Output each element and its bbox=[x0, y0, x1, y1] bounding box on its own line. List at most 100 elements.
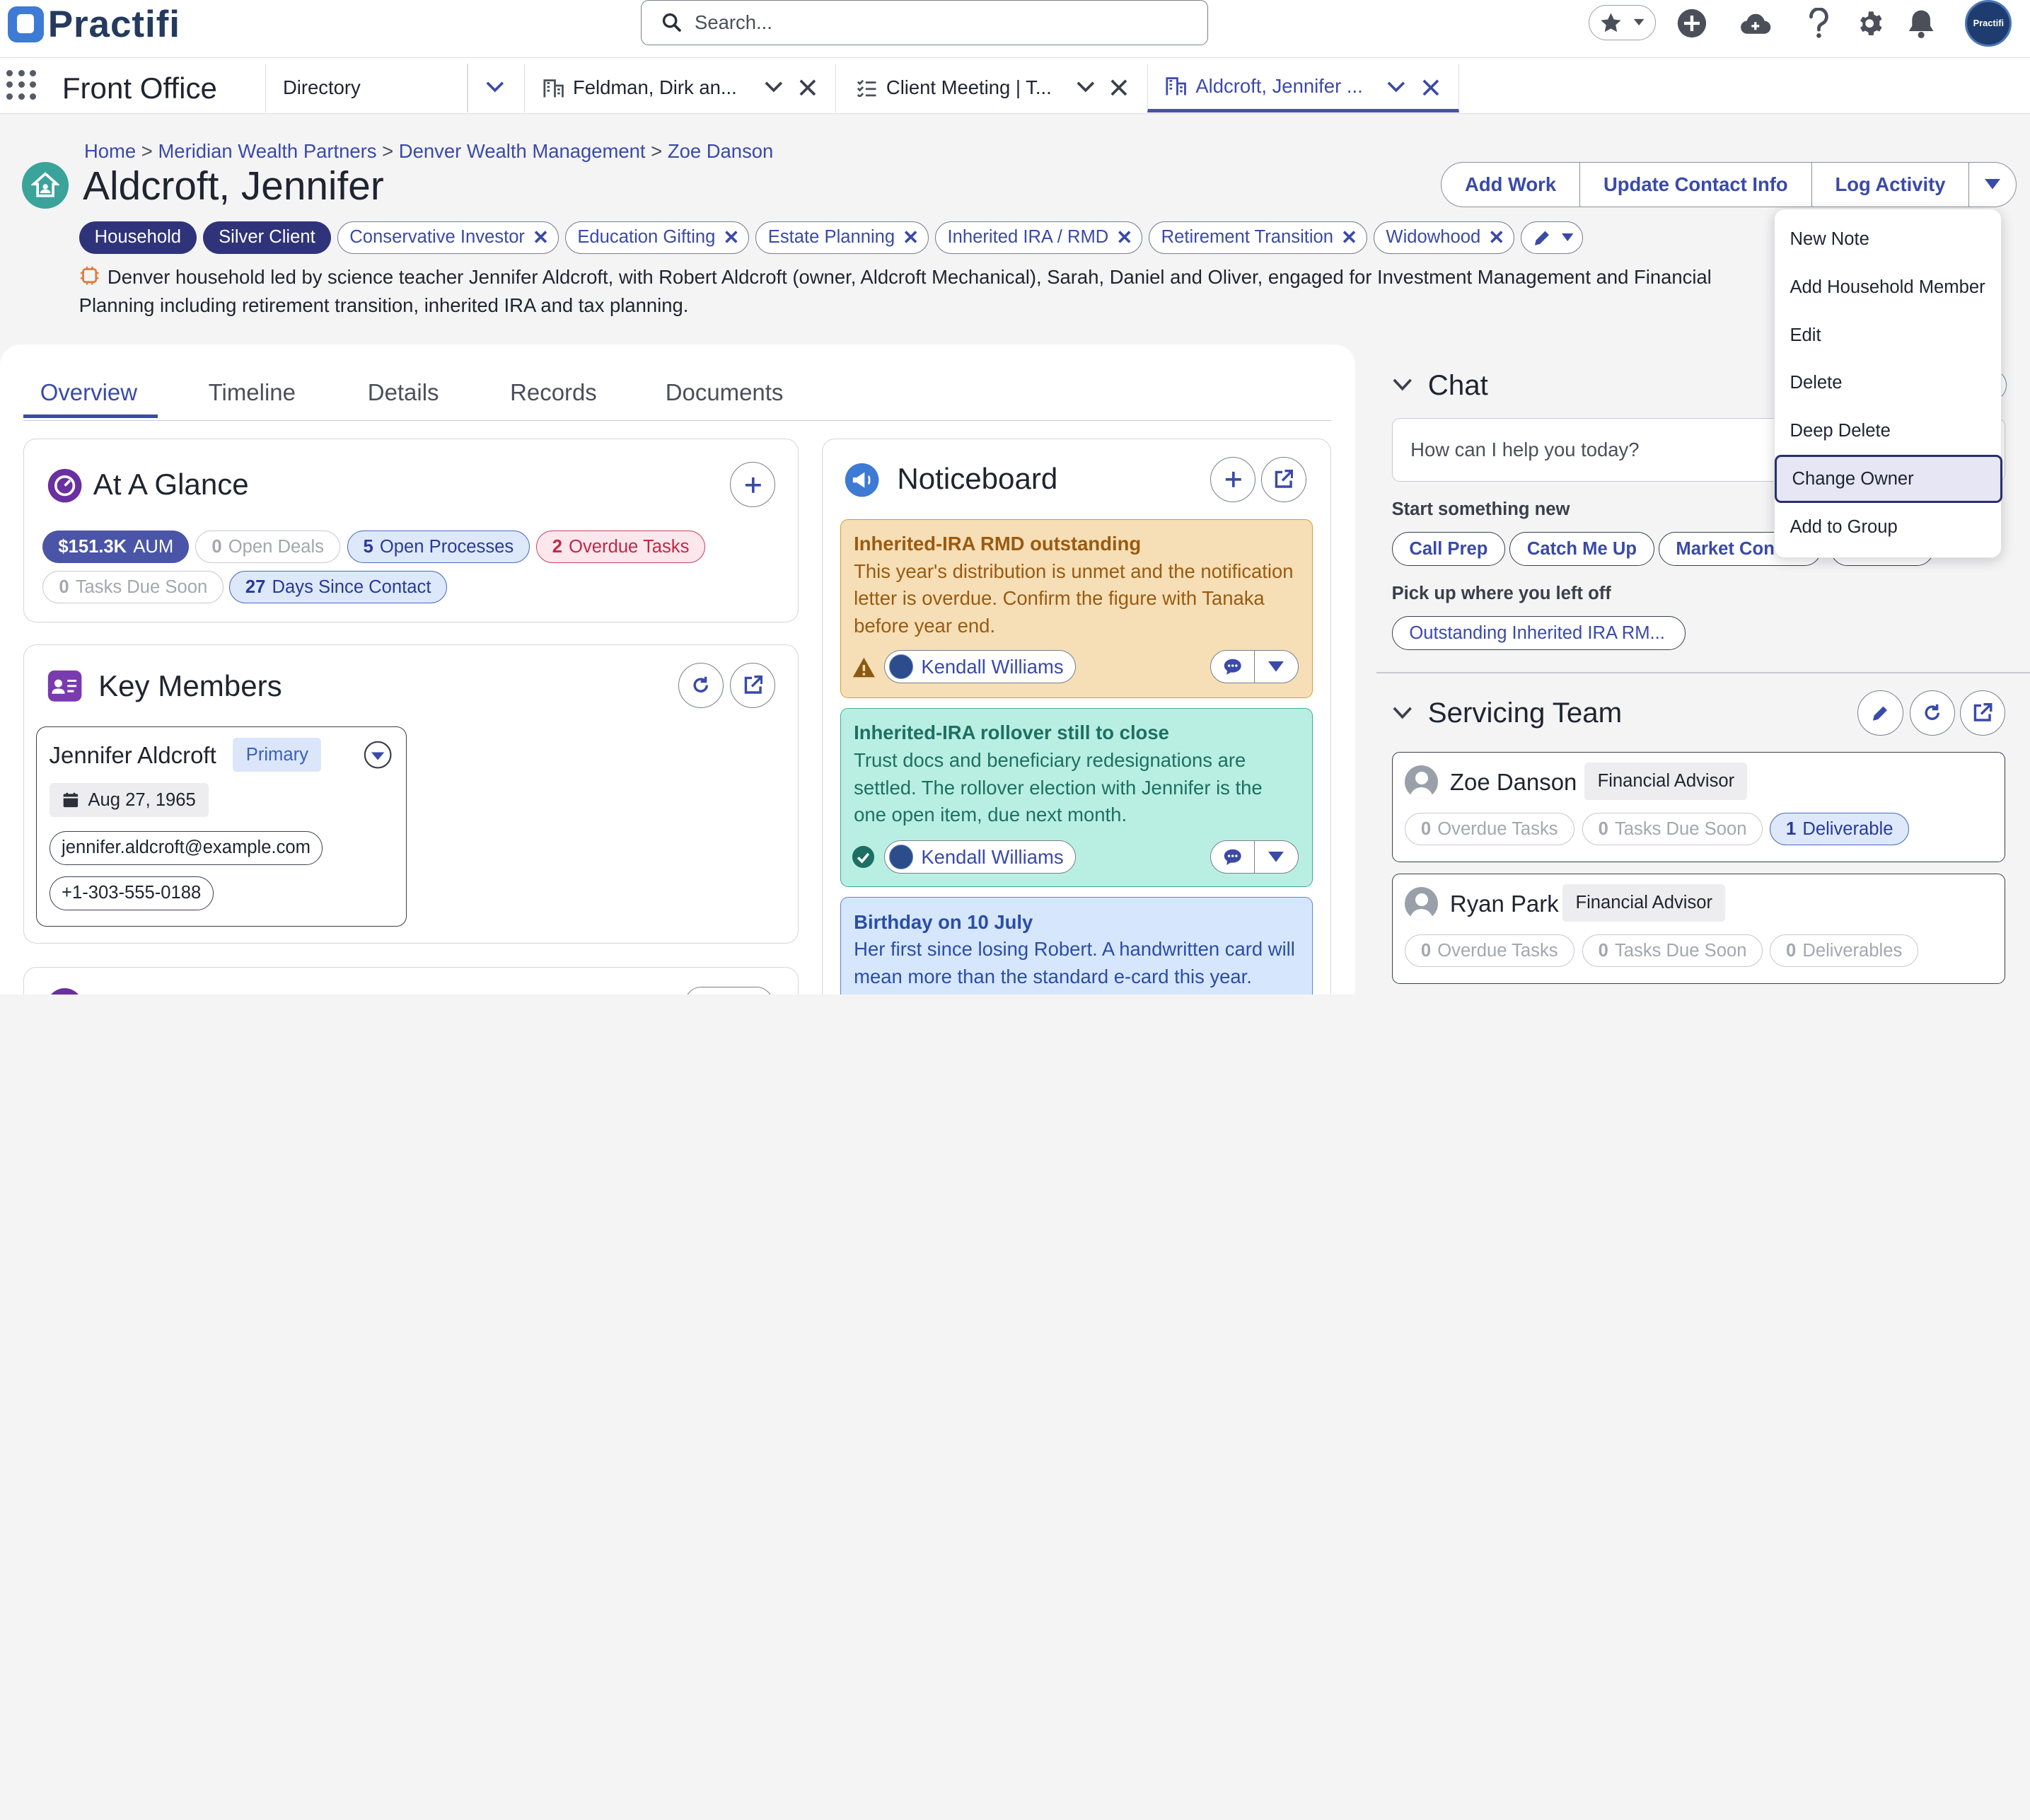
app-logo[interactable]: Practifi bbox=[7, 3, 180, 46]
open-external-button[interactable] bbox=[1260, 457, 1306, 503]
note-menu-button[interactable] bbox=[1255, 841, 1298, 874]
servicing-team-header[interactable]: Servicing Team bbox=[1393, 697, 1622, 729]
menu-item-add-to-group[interactable]: Add to Group bbox=[1775, 503, 2002, 551]
note-menu-button[interactable] bbox=[1255, 651, 1298, 683]
menu-item-deep-delete[interactable]: Deep Delete bbox=[1775, 407, 2002, 456]
add-new-button[interactable] bbox=[1675, 6, 1709, 40]
refresh-button[interactable] bbox=[1909, 690, 1955, 736]
add-work-button[interactable]: Add Work bbox=[1442, 162, 1581, 207]
edit-tags-button[interactable] bbox=[1521, 221, 1584, 254]
close-icon[interactable]: ✕ bbox=[533, 226, 549, 249]
notifications-button[interactable] bbox=[1904, 6, 1938, 40]
panel-actions[interactable] bbox=[685, 986, 773, 995]
chevron-down-icon[interactable] bbox=[1387, 81, 1405, 93]
close-icon[interactable]: ✕ bbox=[723, 226, 739, 249]
close-icon[interactable]: ✕ bbox=[1116, 226, 1132, 249]
tag-label: Retirement Transition bbox=[1161, 227, 1334, 248]
breadcrumb-owner[interactable]: Zoe Danson bbox=[668, 140, 773, 162]
menu-item-delete[interactable]: Delete bbox=[1775, 359, 2002, 407]
breadcrumb-home[interactable]: Home bbox=[84, 140, 136, 162]
tab-details[interactable]: Details bbox=[368, 379, 439, 406]
tasks-due-soon-chip[interactable]: 0 Tasks Due Soon bbox=[1582, 934, 1763, 968]
log-activity-button[interactable]: Log Activity bbox=[1812, 162, 1970, 207]
tag-estate-planning[interactable]: Estate Planning ✕ bbox=[755, 221, 929, 254]
aum-chip[interactable]: $151.3K AUM bbox=[42, 531, 190, 564]
building-icon bbox=[1166, 77, 1187, 95]
tag-education-gifting[interactable]: Education Gifting ✕ bbox=[564, 221, 750, 254]
chip-value: 1 bbox=[1785, 818, 1797, 839]
record-tabs: Overview Timeline Details Records Docume… bbox=[23, 371, 1331, 421]
tab-timeline[interactable]: Timeline bbox=[209, 379, 296, 406]
resume-chat-item[interactable]: Outstanding Inherited IRA RM... bbox=[1391, 616, 1686, 650]
note-actions[interactable] bbox=[1210, 649, 1299, 684]
member-name[interactable]: Jennifer Aldcroft bbox=[50, 742, 216, 769]
overdue-tasks-chip[interactable]: 0 Overdue Tasks bbox=[1404, 934, 1574, 968]
tag-household[interactable]: Household bbox=[79, 221, 197, 254]
more-actions-button[interactable] bbox=[1969, 163, 2016, 207]
external-link-icon bbox=[1974, 702, 1993, 721]
overdue-tasks-chip[interactable]: 2 Overdue Tasks bbox=[535, 531, 706, 564]
menu-item-add-household-member[interactable]: Add Household Member bbox=[1775, 264, 2002, 312]
deliverables-chip[interactable]: 1 Deliverable bbox=[1770, 813, 1910, 846]
open-processes-chip[interactable]: 5 Open Processes bbox=[347, 531, 530, 564]
deliverables-chip[interactable]: 0 Deliverables bbox=[1770, 934, 1919, 968]
note-owner[interactable]: Kendall Williams bbox=[884, 840, 1077, 874]
chat-section-header[interactable]: Chat bbox=[1393, 369, 1488, 402]
update-contact-info-button[interactable]: Update Contact Info bbox=[1580, 162, 1812, 207]
close-icon[interactable] bbox=[1422, 79, 1439, 96]
close-icon[interactable]: ✕ bbox=[1488, 226, 1504, 249]
tag-conservative-investor[interactable]: Conservative Investor ✕ bbox=[337, 221, 559, 254]
close-icon[interactable]: ✕ bbox=[903, 226, 919, 249]
phone-link[interactable]: +1-303-555-0188 bbox=[49, 876, 214, 910]
note-card[interactable]: Birthday on 10 July Her first since losi… bbox=[840, 897, 1313, 995]
edit-team-button[interactable] bbox=[1857, 690, 1903, 736]
tab-feldman[interactable]: Feldman, Dirk an... bbox=[524, 63, 835, 113]
open-external-button[interactable] bbox=[1960, 690, 2006, 736]
favorites-button[interactable] bbox=[1588, 5, 1656, 40]
close-icon[interactable] bbox=[799, 79, 816, 96]
comment-icon bbox=[1224, 849, 1241, 865]
chevron-down-icon[interactable] bbox=[486, 81, 504, 93]
quick-action-call-prep[interactable]: Call Prep bbox=[1391, 532, 1506, 566]
tag-silver-client[interactable]: Silver Client bbox=[203, 221, 331, 254]
chevron-down-icon[interactable] bbox=[1077, 81, 1095, 93]
menu-item-edit[interactable]: Edit bbox=[1775, 311, 2002, 359]
breadcrumb-office[interactable]: Denver Wealth Management bbox=[399, 140, 646, 162]
tag-retirement-transition[interactable]: Retirement Transition ✕ bbox=[1149, 221, 1367, 254]
tab-directory[interactable]: Directory bbox=[265, 63, 524, 113]
tab-aldcroft[interactable]: Aldcroft, Jennifer ... bbox=[1147, 63, 1459, 113]
note-actions[interactable] bbox=[1210, 840, 1299, 874]
days-since-contact-chip[interactable]: 27 Days Since Contact bbox=[228, 571, 448, 603]
breadcrumb-firm[interactable]: Meridian Wealth Partners bbox=[158, 140, 376, 162]
refresh-button[interactable] bbox=[678, 663, 724, 709]
menu-item-change-owner[interactable]: Change Owner bbox=[1774, 455, 2002, 504]
open-deals-chip[interactable]: 0 Open Deals bbox=[195, 531, 340, 564]
note-owner[interactable]: Kendall Williams bbox=[884, 649, 1077, 684]
tab-overview[interactable]: Overview bbox=[40, 379, 137, 406]
menu-item-new-note[interactable]: New Note bbox=[1775, 216, 2002, 264]
comment-button[interactable] bbox=[1211, 840, 1255, 874]
tag-inherited-ira[interactable]: Inherited IRA / RMD ✕ bbox=[935, 221, 1143, 254]
tab-documents[interactable]: Documents bbox=[666, 379, 784, 406]
tab-records[interactable]: Records bbox=[510, 379, 597, 406]
tag-widowhood[interactable]: Widowhood ✕ bbox=[1373, 221, 1514, 254]
app-launcher-grid-icon[interactable] bbox=[6, 69, 37, 100]
comment-button[interactable] bbox=[1211, 650, 1255, 683]
close-icon[interactable] bbox=[1110, 79, 1127, 96]
sync-button[interactable] bbox=[1739, 6, 1773, 40]
global-search-input[interactable]: Search... bbox=[640, 0, 1208, 46]
team-member-name[interactable]: Ryan Park bbox=[1450, 891, 1559, 917]
tab-client-meeting[interactable]: Client Meeting | T... bbox=[835, 63, 1147, 113]
tasks-due-soon-chip[interactable]: 0 Tasks Due Soon bbox=[1582, 813, 1763, 846]
chevron-down-icon[interactable] bbox=[765, 81, 783, 93]
help-button[interactable] bbox=[1802, 6, 1836, 40]
tasks-due-soon-chip[interactable]: 0 Tasks Due Soon bbox=[42, 571, 224, 603]
user-avatar[interactable]: Practifi bbox=[1965, 0, 2012, 47]
email-link[interactable]: jennifer.aldcroft@example.com bbox=[49, 831, 323, 865]
chevron-down-circle-icon[interactable] bbox=[364, 741, 392, 769]
quick-action-catch-me-up[interactable]: Catch Me Up bbox=[1509, 532, 1654, 566]
settings-button[interactable] bbox=[1852, 6, 1886, 40]
close-icon[interactable]: ✕ bbox=[1341, 226, 1357, 249]
overdue-tasks-chip[interactable]: 0 Overdue Tasks bbox=[1404, 813, 1574, 846]
team-member-name[interactable]: Zoe Danson bbox=[1450, 769, 1577, 796]
